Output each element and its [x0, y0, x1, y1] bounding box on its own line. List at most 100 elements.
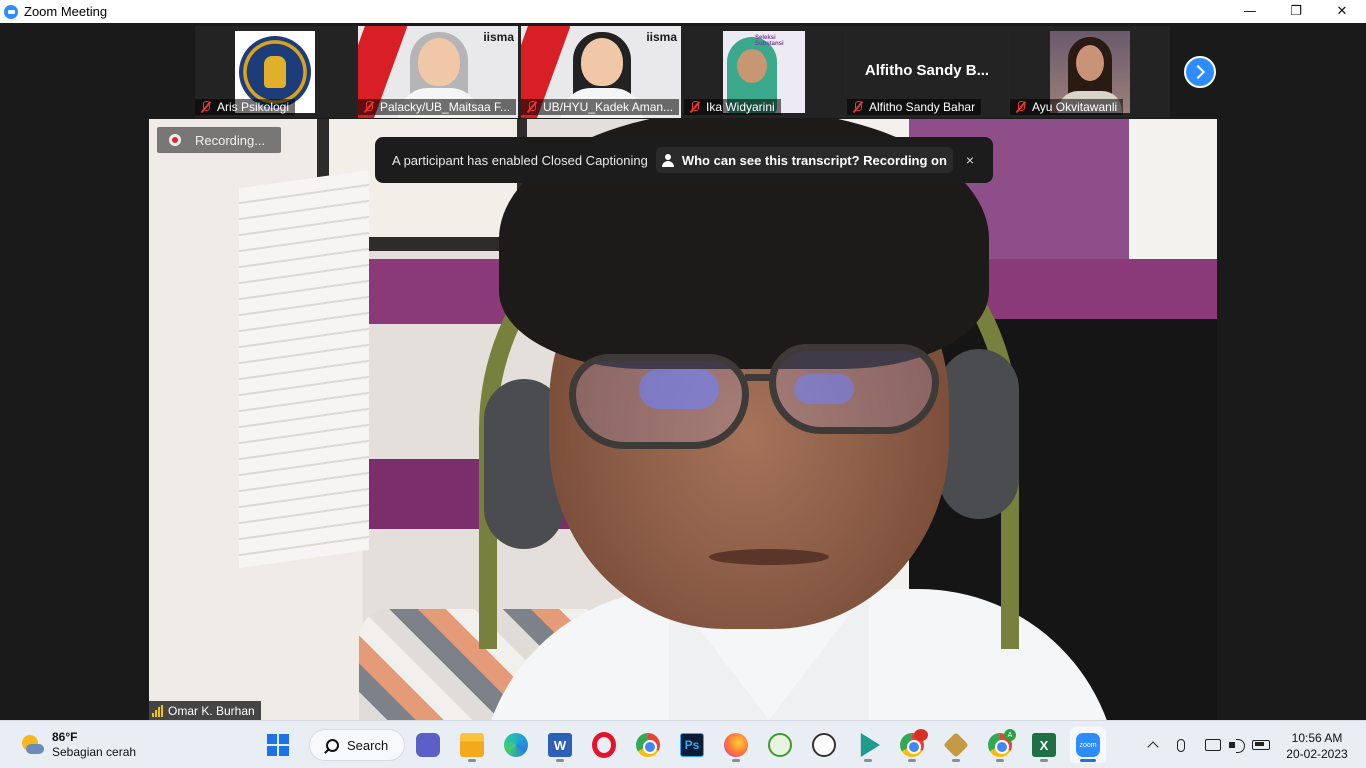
- taskbar-zoom[interactable]: zoom: [1070, 727, 1106, 763]
- chevron-up-icon: [1147, 741, 1159, 753]
- participant-name-tag: Ayu Okvitawanli: [1010, 99, 1124, 115]
- taskbar-green-app[interactable]: [762, 727, 798, 763]
- mic-muted-icon: [526, 101, 538, 113]
- participant-tile-kadek[interactable]: iisma UB/HYU_Kadek Aman...: [521, 26, 681, 118]
- taskbar: 86°F Sebagian cerah Search W Ps A X zoom…: [0, 720, 1366, 768]
- recording-indicator[interactable]: Recording...: [157, 127, 281, 153]
- weather-temperature: 86°F: [52, 730, 78, 744]
- mic-muted-icon: [363, 101, 375, 113]
- search-icon: [326, 738, 339, 752]
- zoom-app-icon: [4, 4, 18, 19]
- taskbar-chrome[interactable]: [630, 727, 666, 763]
- search-label: Search: [347, 737, 389, 753]
- word-icon: W: [548, 733, 572, 757]
- taskbar-chrome-profile-2[interactable]: [894, 727, 930, 763]
- close-button[interactable]: ✕: [1319, 0, 1365, 23]
- leaf-app-icon: [768, 733, 792, 757]
- taskbar-teams-meet[interactable]: [410, 727, 446, 763]
- transcript-info-label: Who can see this transcript? Recording o…: [681, 152, 947, 168]
- monitor-icon: [1205, 739, 1221, 751]
- microphone-tray[interactable]: [1170, 733, 1192, 757]
- participant-name: Ayu Okvitawanli: [1032, 100, 1118, 114]
- minimize-button[interactable]: —: [1227, 0, 1273, 23]
- photo-overlay-text: Seleksi Substansi: [755, 35, 784, 47]
- participant-name: Palacky/UB_Maitsaa F...: [380, 100, 511, 114]
- title-bar: Zoom Meeting — ❐ ✕: [0, 0, 1366, 23]
- taskbar-opera[interactable]: [586, 727, 622, 763]
- show-hidden-icons-button[interactable]: [1142, 733, 1164, 757]
- participant-name-tag: Palacky/UB_Maitsaa F...: [358, 99, 517, 115]
- tool-icon: [943, 732, 969, 758]
- taskbar-chrome-profile-3[interactable]: A: [982, 727, 1018, 763]
- mic-muted-icon: [200, 101, 212, 113]
- banner-close-icon[interactable]: ×: [961, 151, 979, 169]
- iisma-logo: iisma: [483, 30, 514, 44]
- taskbar-obs[interactable]: [806, 727, 842, 763]
- next-page-chevron-icon[interactable]: [1184, 56, 1216, 88]
- battery-icon: [1252, 740, 1270, 750]
- excel-icon: X: [1032, 733, 1056, 757]
- maximize-button[interactable]: ❐: [1273, 0, 1319, 23]
- record-dot-icon: [169, 134, 181, 146]
- participant-name-tag: Ika Widyarini: [684, 99, 781, 115]
- opera-icon: [592, 732, 616, 758]
- microphone-icon: [1177, 738, 1185, 752]
- taskbar-photoshop[interactable]: Ps: [674, 727, 710, 763]
- mic-muted-icon: [1015, 101, 1027, 113]
- meeting-area: Aris Psikologi iisma Palacky/UB_Maitsaa …: [0, 23, 1366, 720]
- participant-tile-maitsaa[interactable]: iisma Palacky/UB_Maitsaa F...: [358, 26, 518, 118]
- taskbar-excel[interactable]: X: [1026, 727, 1062, 763]
- connection-signal-icon: [152, 704, 163, 717]
- edge-icon: [504, 733, 528, 757]
- taskbar-word[interactable]: W: [542, 727, 578, 763]
- video-meet-icon: [416, 733, 440, 757]
- window-title: Zoom Meeting: [24, 4, 108, 19]
- weather-widget[interactable]: 86°F Sebagian cerah: [20, 730, 136, 760]
- system-clock[interactable]: 10:56 AM 20-02-2023: [1282, 730, 1352, 762]
- speaker-icon: [1229, 739, 1245, 753]
- firefox-icon: [724, 733, 748, 757]
- transcript-info-link[interactable]: Who can see this transcript? Recording o…: [655, 147, 953, 173]
- taskbar-firefox[interactable]: [718, 727, 754, 763]
- participant-name-tag: UB/HYU_Kadek Aman...: [521, 99, 680, 115]
- taskbar-file-explorer[interactable]: [454, 727, 490, 763]
- zoom-icon: zoom: [1076, 733, 1100, 757]
- recording-label: Recording...: [195, 132, 266, 148]
- folder-icon: [460, 733, 484, 757]
- display-tray[interactable]: [1202, 733, 1224, 757]
- taskbar-search-button[interactable]: Search: [309, 729, 405, 761]
- participant-name-tag: Alfitho Sandy Bahar: [847, 99, 982, 115]
- taskbar-media-app[interactable]: [850, 727, 886, 763]
- windows-icon: [267, 734, 289, 756]
- play-app-icon: [860, 733, 880, 757]
- speaker-name: Omar K. Burhan: [168, 703, 255, 718]
- taskbar-edge[interactable]: [498, 727, 534, 763]
- participant-tile-ika[interactable]: Seleksi Substansi Ika Widyarini: [684, 26, 844, 118]
- participant-tile-alfitho[interactable]: Alfitho Sandy B... Alfitho Sandy Bahar: [847, 26, 1007, 118]
- partly-sunny-icon: [20, 733, 44, 757]
- weather-condition: Sebagian cerah: [52, 745, 137, 759]
- participant-strip: Aris Psikologi iisma Palacky/UB_Maitsaa …: [195, 26, 1170, 118]
- speaker-name-tag: Omar K. Burhan: [149, 701, 261, 720]
- start-button[interactable]: [260, 727, 296, 763]
- participant-tile-ayu[interactable]: Ayu Okvitawanli: [1010, 26, 1170, 118]
- photoshop-icon: Ps: [680, 733, 704, 757]
- person-icon: [661, 153, 674, 167]
- participant-name: UB/HYU_Kadek Aman...: [543, 100, 674, 114]
- volume-tray[interactable]: [1226, 733, 1248, 757]
- clock-time: 10:56 AM: [1291, 731, 1343, 745]
- taskbar-tool-app[interactable]: [938, 727, 974, 763]
- battery-tray[interactable]: [1250, 733, 1272, 757]
- participant-name: Ika Widyarini: [706, 100, 775, 114]
- participant-name: Alfitho Sandy Bahar: [869, 100, 976, 114]
- seal-icon: [239, 36, 311, 108]
- iisma-logo: iisma: [646, 30, 677, 44]
- mic-muted-icon: [852, 101, 864, 113]
- profile-badge: [914, 729, 928, 741]
- participant-tile-aris[interactable]: Aris Psikologi: [195, 26, 355, 118]
- participant-name: Aris Psikologi: [217, 100, 290, 114]
- participant-display-name: Alfitho Sandy B...: [864, 62, 990, 79]
- chrome-icon: [636, 733, 660, 757]
- clock-date: 20-02-2023: [1286, 747, 1348, 761]
- profile-badge: A: [1004, 729, 1016, 741]
